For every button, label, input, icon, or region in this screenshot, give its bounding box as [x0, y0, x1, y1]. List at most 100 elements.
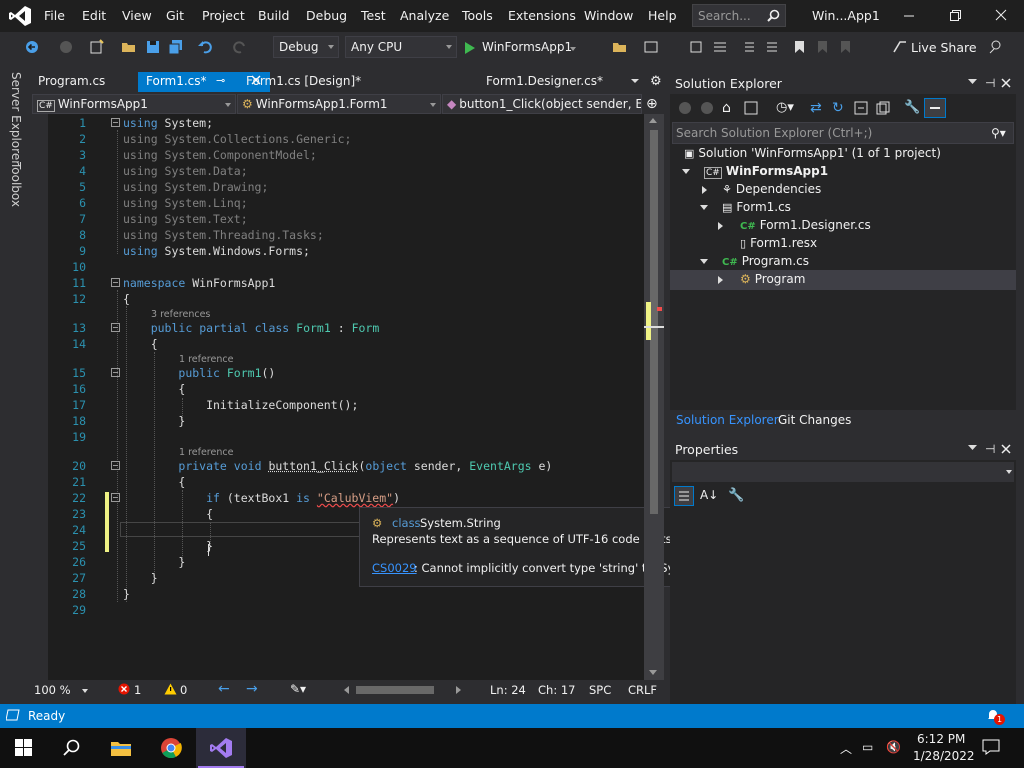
menu-help[interactable]: Help: [648, 8, 677, 23]
tree-item-program-class[interactable]: ⚙ Program: [740, 272, 805, 286]
codelens-references[interactable]: 3 references: [151, 309, 210, 320]
visual-studio-logo-icon[interactable]: [8, 5, 32, 27]
indent-icon[interactable]: [740, 39, 756, 55]
browser-link-icon[interactable]: [643, 39, 659, 55]
error-count[interactable]: 1: [134, 683, 141, 697]
vertical-scrollbar[interactable]: [644, 114, 664, 680]
pin-icon[interactable]: ⊸: [216, 74, 225, 87]
panel-menu-icon[interactable]: [968, 78, 977, 86]
menu-project[interactable]: Project: [202, 8, 245, 23]
tab-form1-design[interactable]: Form1.cs [Design]*: [238, 72, 408, 92]
search-icon[interactable]: [63, 739, 81, 757]
pin-icon[interactable]: ⊣: [985, 76, 995, 90]
toolbox-tab[interactable]: Toolbox: [9, 162, 23, 207]
settings-gear-icon[interactable]: ⚙: [650, 74, 662, 89]
menu-git[interactable]: Git: [166, 8, 184, 23]
code-cleanup-icon[interactable]: ✎▾: [290, 682, 306, 696]
properties-wrench-icon[interactable]: 🔧: [904, 100, 920, 115]
menu-test[interactable]: Test: [361, 8, 386, 23]
back-icon[interactable]: [678, 101, 692, 115]
error-code-link[interactable]: CS0029: [372, 561, 417, 575]
solution-search-box[interactable]: Search Solution Explorer (Ctrl+;) ⚲▾: [672, 122, 1014, 144]
tab-list-dropdown-icon[interactable]: [630, 76, 640, 86]
outdent-icon[interactable]: [765, 39, 781, 55]
comment-icon[interactable]: [712, 39, 728, 55]
status-output-icon[interactable]: [6, 709, 20, 721]
project-dropdown[interactable]: C# WinFormsApp1: [32, 94, 236, 114]
menu-extensions[interactable]: Extensions: [508, 8, 576, 23]
line-indicator[interactable]: Ln: 24: [490, 683, 526, 697]
tree-item-dependencies[interactable]: ⚘ Dependencies: [722, 182, 821, 196]
fold-toggle[interactable]: [111, 323, 120, 332]
menu-view[interactable]: View: [122, 8, 152, 23]
tab-git-changes[interactable]: Git Changes: [778, 413, 851, 427]
forward-icon[interactable]: [58, 39, 74, 55]
save-icon[interactable]: [145, 39, 161, 55]
menu-edit[interactable]: Edit: [82, 8, 106, 23]
clock-date[interactable]: 1/28/2022: [913, 749, 975, 763]
feedback-icon[interactable]: [988, 39, 1004, 55]
fold-toggle[interactable]: [111, 118, 120, 127]
tab-program-cs[interactable]: Program.cs: [30, 72, 136, 92]
chrome-icon[interactable]: [160, 737, 182, 759]
tab-solution-explorer[interactable]: Solution Explorer: [676, 413, 779, 427]
zoom-level[interactable]: 100 %: [34, 683, 71, 697]
tree-item-project[interactable]: C# WinFormsApp1: [704, 164, 828, 179]
show-all-files-icon[interactable]: [876, 101, 890, 115]
open-folder-icon[interactable]: [121, 39, 137, 55]
bookmark-icon[interactable]: [792, 39, 808, 55]
refresh-icon[interactable]: ↻: [832, 100, 844, 116]
categorized-icon[interactable]: [674, 486, 694, 506]
split-window-icon[interactable]: ⊕: [646, 96, 658, 112]
alphabetical-icon[interactable]: A↓: [700, 488, 718, 502]
whitespace-indicator[interactable]: SPC: [589, 683, 611, 697]
forward-icon[interactable]: [700, 101, 714, 115]
save-all-icon[interactable]: [168, 39, 184, 55]
close-icon[interactable]: [994, 6, 1008, 26]
object-selector[interactable]: [672, 462, 1014, 482]
codelens-references[interactable]: 1 reference: [179, 447, 233, 458]
file-explorer-icon[interactable]: [110, 738, 132, 758]
platform-combo[interactable]: Any CPU: [345, 36, 457, 58]
tree-item-form1-cs[interactable]: ▤ Form1.cs: [722, 200, 791, 214]
menu-debug[interactable]: Debug: [306, 8, 347, 23]
tree-item-form1-designer[interactable]: C# Form1.Designer.cs: [740, 218, 871, 232]
tree-item-form1-resx[interactable]: ▯ Form1.resx: [740, 236, 817, 250]
close-panel-icon[interactable]: [1001, 444, 1011, 454]
menu-build[interactable]: Build: [258, 8, 289, 23]
taskbar-visual-studio-button[interactable]: [196, 728, 246, 768]
pin-icon[interactable]: ⊣: [985, 442, 995, 456]
switch-views-icon[interactable]: [744, 101, 758, 115]
prev-bookmark-icon[interactable]: [815, 39, 831, 55]
tab-form1-designer[interactable]: Form1.Designer.cs*: [478, 72, 618, 92]
scroll-thumb[interactable]: [650, 130, 658, 514]
undo-icon[interactable]: [197, 39, 213, 55]
preview-selected-icon[interactable]: [924, 98, 946, 118]
network-icon[interactable]: ▭: [862, 740, 873, 754]
step-icon[interactable]: [688, 39, 704, 55]
error-icon[interactable]: [118, 683, 130, 695]
server-explorer-tab[interactable]: Server Explorer: [9, 72, 23, 165]
nav-back-icon[interactable]: ←: [218, 681, 230, 697]
fold-toggle[interactable]: [111, 368, 120, 377]
tree-item-program-cs[interactable]: C# Program.cs: [722, 254, 809, 268]
tray-chevron-icon[interactable]: ︿: [840, 740, 852, 757]
warning-count[interactable]: 0: [180, 683, 187, 697]
pending-changes-icon[interactable]: ◷▾: [776, 100, 794, 115]
minimize-icon[interactable]: [902, 6, 916, 26]
codelens-references[interactable]: 1 reference: [179, 354, 233, 365]
home-icon[interactable]: ⌂: [722, 100, 731, 116]
redo-icon[interactable]: [232, 39, 248, 55]
volume-muted-icon[interactable]: 🔇: [886, 740, 901, 754]
live-share-icon[interactable]: [892, 39, 908, 55]
collapse-all-icon[interactable]: [854, 101, 868, 115]
menu-analyze[interactable]: Analyze: [400, 8, 449, 23]
member-dropdown[interactable]: ◆ button1_Click(object sender, Ev: [442, 94, 642, 114]
class-dropdown[interactable]: ⚙ WinFormsApp1.Form1: [237, 94, 441, 114]
nav-forward-icon[interactable]: →: [246, 681, 258, 697]
menu-tools[interactable]: Tools: [462, 8, 493, 23]
folder-icon[interactable]: [612, 39, 628, 55]
restore-icon[interactable]: [948, 6, 962, 26]
fold-toggle[interactable]: [111, 278, 120, 287]
clock-time[interactable]: 6:12 PM: [917, 732, 965, 746]
